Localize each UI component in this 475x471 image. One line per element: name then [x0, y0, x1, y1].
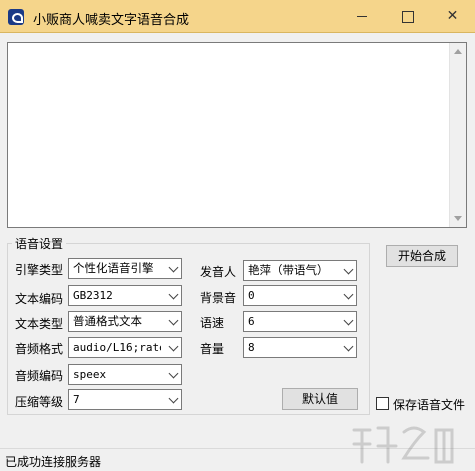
- voice-settings-legend: 语音设置: [12, 235, 67, 252]
- compression-level-label: 压缩等级: [15, 395, 64, 409]
- text-input-area[interactable]: [7, 42, 467, 228]
- chevron-down-icon: [343, 341, 354, 352]
- app-logo-icon: [8, 9, 24, 25]
- chevron-down-icon: [343, 315, 354, 326]
- status-text: 已成功连接服务器: [5, 455, 102, 469]
- maximize-button[interactable]: [385, 0, 430, 33]
- audio-format-label: 音频格式: [15, 342, 64, 356]
- background-sound-label: 背景音: [200, 291, 237, 305]
- chevron-down-icon: [168, 341, 179, 352]
- scroll-down-icon[interactable]: [454, 216, 462, 221]
- audio-codec-select[interactable]: speex: [68, 364, 182, 385]
- engine-type-label: 引擎类型: [15, 263, 64, 277]
- speed-label: 语速: [200, 316, 225, 330]
- text-type-label: 文本类型: [15, 317, 64, 331]
- engine-type-select[interactable]: 个性化语音引擎: [68, 258, 182, 279]
- chevron-down-icon: [168, 262, 179, 273]
- close-button[interactable]: ✕: [430, 0, 475, 33]
- title-bar[interactable]: 小贩商人喊卖文字语音合成 ✕: [0, 0, 475, 33]
- window-title: 小贩商人喊卖文字语音合成: [33, 13, 190, 28]
- volume-select[interactable]: 8: [243, 337, 357, 358]
- volume-label: 音量: [200, 342, 225, 356]
- speaker-select[interactable]: 艳萍（带语气）: [243, 260, 357, 281]
- text-encoding-label: 文本编码: [15, 292, 64, 306]
- save-audio-label: 保存语音文件: [393, 398, 466, 412]
- watermark-logo: [352, 426, 454, 464]
- audio-format-select[interactable]: audio/L16;rate=: [68, 337, 182, 358]
- chevron-down-icon: [343, 264, 354, 275]
- compression-level-select[interactable]: 7: [68, 389, 182, 410]
- background-sound-select[interactable]: 0: [243, 285, 357, 306]
- audio-codec-label: 音频编码: [15, 369, 64, 383]
- text-type-select[interactable]: 普通格式文本: [68, 311, 182, 332]
- chevron-down-icon: [168, 368, 179, 379]
- default-values-button[interactable]: 默认值: [282, 388, 358, 410]
- text-encoding-select[interactable]: GB2312: [68, 285, 182, 306]
- vertical-scrollbar[interactable]: [449, 43, 466, 227]
- minimize-button[interactable]: [340, 0, 385, 33]
- chevron-down-icon: [168, 315, 179, 326]
- scroll-up-icon[interactable]: [454, 49, 462, 54]
- start-synthesis-button[interactable]: 开始合成: [386, 245, 458, 267]
- speed-select[interactable]: 6: [243, 311, 357, 332]
- speaker-label: 发音人: [200, 265, 237, 279]
- save-audio-checkbox[interactable]: [376, 397, 389, 410]
- chevron-down-icon: [168, 289, 179, 300]
- chevron-down-icon: [343, 289, 354, 300]
- chevron-down-icon: [168, 393, 179, 404]
